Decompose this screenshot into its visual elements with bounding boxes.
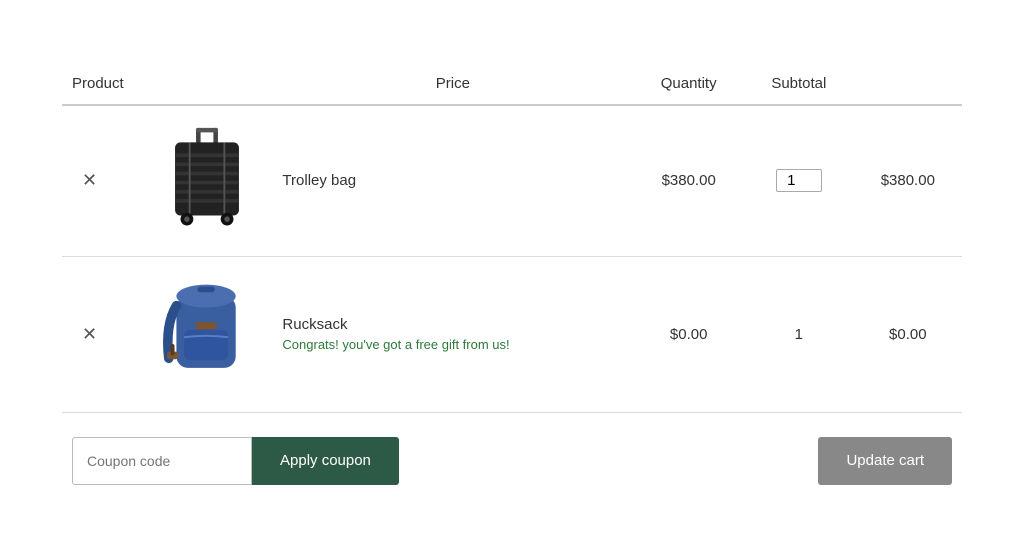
update-cart-button[interactable]: Update cart: [818, 437, 952, 485]
trolley-bag-quantity-input[interactable]: [781, 172, 817, 189]
coupon-area: Apply coupon: [72, 437, 399, 485]
cart-container: Product Price Quantity Subtotal ✕: [62, 43, 962, 505]
coupon-code-input[interactable]: [72, 437, 252, 485]
apply-coupon-button[interactable]: Apply coupon: [252, 437, 399, 485]
rucksack-quantity: 1: [744, 256, 854, 412]
trolley-bag-quantity-wrapper: [776, 169, 822, 192]
table-row: ✕: [62, 256, 962, 412]
remove-rucksack-button[interactable]: ✕: [72, 324, 107, 345]
trolley-bag-subtotal: $380.00: [854, 105, 962, 257]
remove-trolley-bag-button[interactable]: ✕: [72, 170, 107, 191]
price-header: Price: [272, 63, 633, 105]
rucksack-subtotal: $0.00: [854, 256, 962, 412]
rucksack-name: Rucksack: [282, 316, 623, 333]
free-gift-message: Congrats! you've got a free gift from us…: [282, 337, 623, 352]
subtotal-header: Subtotal: [744, 63, 854, 105]
trolley-bag-image: [157, 126, 257, 231]
trolley-bag-name: Trolley bag: [282, 172, 623, 189]
rucksack-price: $0.00: [633, 256, 744, 412]
table-row: ✕: [62, 105, 962, 257]
rucksack-image: [155, 277, 260, 387]
cart-table: Product Price Quantity Subtotal ✕: [62, 63, 962, 413]
trolley-bag-price: $380.00: [633, 105, 744, 257]
cart-actions: Apply coupon Update cart: [62, 437, 962, 485]
product-header: Product: [62, 63, 272, 105]
quantity-header: Quantity: [633, 63, 744, 105]
